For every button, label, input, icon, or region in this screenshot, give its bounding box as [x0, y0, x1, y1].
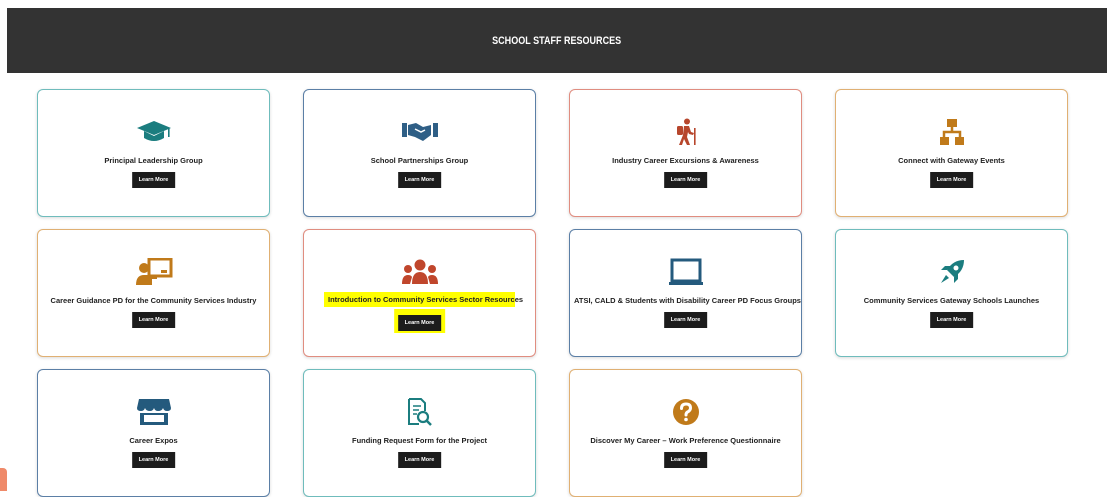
learn-more-button[interactable]: Learn More [131, 452, 176, 468]
learn-more-button[interactable]: Learn More [663, 312, 708, 328]
group-icon [304, 258, 535, 286]
learn-more-button[interactable]: Learn More [397, 172, 442, 188]
rocket-icon [836, 258, 1067, 286]
card-label: School Partnerships Group [370, 156, 469, 165]
laptop-icon [570, 258, 801, 286]
card-label: Funding Request Form for the Project [351, 436, 487, 445]
learn-more-button[interactable]: Learn More [929, 312, 974, 328]
document-search-icon [304, 398, 535, 426]
card-label: Industry Career Excursions & Awareness [612, 156, 759, 165]
card-label: Introduction to Community Services Secto… [324, 292, 523, 307]
card-gateway-events: Connect with Gateway Events Learn More [835, 89, 1068, 217]
card-discover-my-career: Discover My Career – Work Preference Que… [569, 369, 802, 497]
page-title: SCHOOL STAFF RESOURCES [492, 34, 622, 47]
card-label: Connect with Gateway Events [898, 156, 1005, 165]
card-label: Career Guidance PD for the Community Ser… [50, 296, 257, 305]
card-gateway-schools-launches: Community Services Gateway Schools Launc… [835, 229, 1068, 357]
card-industry-excursions: Industry Career Excursions & Awareness L… [569, 89, 802, 217]
learn-more-button[interactable]: Learn More [663, 172, 708, 188]
page-header: SCHOOL STAFF RESOURCES [7, 8, 1107, 73]
highlight: Learn More [393, 309, 446, 333]
learn-more-button[interactable]: Learn More [131, 172, 176, 188]
card-label: Principal Leadership Group [104, 156, 203, 165]
card-community-services-intro: Introduction to Community Services Secto… [303, 229, 536, 357]
card-atsi-cald-focus-groups: ATSI, CALD & Students with Disability Ca… [569, 229, 802, 357]
decorative-corner-shape [0, 468, 7, 491]
learn-more-button[interactable]: Learn More [397, 315, 442, 331]
learn-more-button[interactable]: Learn More [929, 172, 974, 188]
card-career-expos: Career Expos Learn More [37, 369, 270, 497]
learn-more-button[interactable]: Learn More [663, 452, 708, 468]
handshake-icon [304, 118, 535, 146]
card-label: Community Services Gateway Schools Launc… [863, 296, 1040, 305]
card-label: Career Expos [129, 436, 178, 445]
card-label: Discover My Career – Work Preference Que… [590, 436, 781, 445]
learn-more-button[interactable]: Learn More [131, 312, 176, 328]
card-school-partnerships: School Partnerships Group Learn More [303, 89, 536, 217]
learn-more-button[interactable]: Learn More [397, 452, 442, 468]
card-career-guidance-pd: Career Guidance PD for the Community Ser… [37, 229, 270, 357]
card-funding-request: Funding Request Form for the Project Lea… [303, 369, 536, 497]
store-icon [38, 398, 269, 426]
card-principal-leadership: Principal Leadership Group Learn More [37, 89, 270, 217]
question-icon [570, 398, 801, 426]
card-label: ATSI, CALD & Students with Disability Ca… [574, 296, 801, 305]
teacher-icon [38, 258, 269, 286]
graduation-cap-icon [38, 118, 269, 146]
network-icon [836, 118, 1067, 146]
hiking-icon [570, 118, 801, 146]
